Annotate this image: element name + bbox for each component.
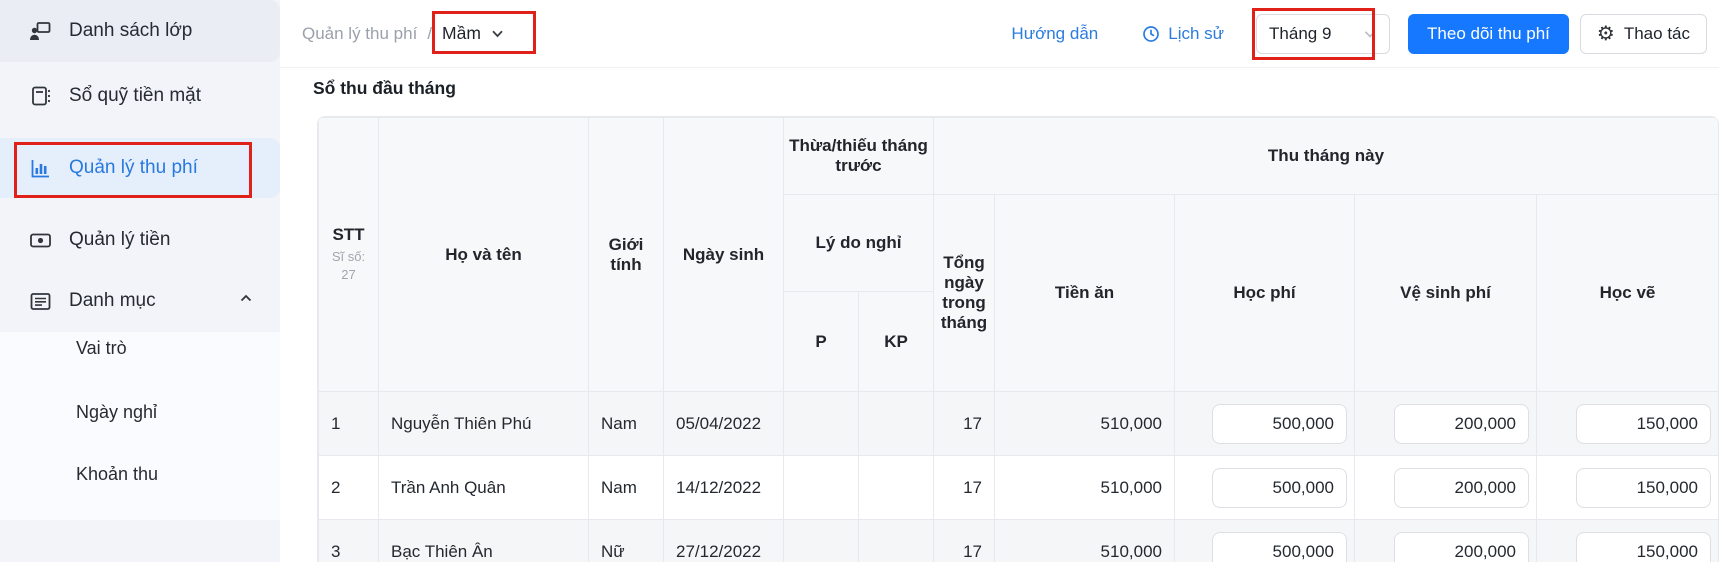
sanitation-fee-input[interactable] xyxy=(1394,468,1529,508)
sidebar-item-cash-book[interactable]: Sổ quỹ tiền mặt xyxy=(0,65,280,127)
follow-fees-button[interactable]: Theo dõi thu phí xyxy=(1408,14,1569,54)
cell-unexcused xyxy=(859,392,934,456)
cell-stt: 3 xyxy=(319,520,379,562)
sidebar-subitem-revenue-items[interactable]: Khoản thu xyxy=(0,452,280,496)
sidebar: Danh sách lớp Sổ quỹ tiền mặt Quản lý th… xyxy=(0,0,280,562)
sanitation-fee-input[interactable] xyxy=(1394,404,1529,444)
col-header-full-name: Họ và tên xyxy=(379,118,589,392)
cell-name: Bạc Thiên Ân xyxy=(379,520,589,562)
col-header-drawing-fee: Học vẽ xyxy=(1537,195,1719,392)
sidebar-item-money-management[interactable]: Quản lý tiền xyxy=(0,209,280,271)
topbar: Quản lý thu phí / Mầm Hướng dẫn Lịch sử … xyxy=(280,0,1719,68)
class-dropdown-value: Mầm xyxy=(442,23,481,44)
cell-name: Nguyễn Thiên Phú xyxy=(379,392,589,456)
cell-total-days: 17 xyxy=(934,520,995,562)
breadcrumb-parent: Quản lý thu phí xyxy=(302,24,417,44)
actions-button[interactable]: ⚙ Thao tác xyxy=(1580,14,1707,54)
cell-stt: 1 xyxy=(319,392,379,456)
col-header-absence-reason: Lý do nghỉ xyxy=(784,195,934,292)
cash-book-icon xyxy=(28,84,52,108)
sidebar-item-fee-management[interactable]: Quản lý thu phí xyxy=(0,138,280,198)
col-header-total-days: Tổng ngày trong tháng xyxy=(934,195,995,392)
cell-name: Trần Anh Quân xyxy=(379,456,589,520)
sidebar-submenu: Vai trò Ngày nghỉ Khoản thu xyxy=(0,332,280,520)
chevron-down-icon xyxy=(1363,27,1377,41)
drawing-fee-input[interactable] xyxy=(1576,468,1711,508)
col-header-this-month-group: Thu tháng này xyxy=(934,118,1719,195)
cell-gender: Nam xyxy=(589,392,664,456)
page-title: Sổ thu đầu tháng xyxy=(313,78,456,99)
cell-dob: 27/12/2022 xyxy=(664,520,784,562)
cell-excused xyxy=(784,392,859,456)
class-dropdown[interactable]: Mầm xyxy=(442,23,505,44)
breadcrumb-separator: / xyxy=(427,24,432,44)
sidebar-subitem-label: Ngày nghỉ xyxy=(76,402,157,423)
tuition-fee-input[interactable] xyxy=(1212,532,1347,562)
sidebar-item-label: Quản lý thu phí xyxy=(69,157,198,179)
cell-dob: 05/04/2022 xyxy=(664,392,784,456)
col-header-prev-month-balance: Thừa/thiếu tháng trước xyxy=(784,118,934,195)
guide-link[interactable]: Hướng dẫn xyxy=(1011,24,1098,44)
tuition-fee-input[interactable] xyxy=(1212,404,1347,444)
sanitation-fee-input[interactable] xyxy=(1394,532,1529,562)
cell-stt: 2 xyxy=(319,456,379,520)
sidebar-item-label: Quản lý tiền xyxy=(69,229,170,251)
app-window: Danh sách lớp Sổ quỹ tiền mặt Quản lý th… xyxy=(0,0,1719,562)
actions-button-label: Thao tác xyxy=(1624,24,1690,44)
chevron-down-icon xyxy=(490,26,505,41)
sidebar-subitem-days-off[interactable]: Ngày nghỉ xyxy=(0,390,280,434)
chevron-up-icon xyxy=(238,290,254,312)
col-header-stt: STT Sĩ số:27 xyxy=(319,118,379,392)
gear-icon: ⚙ xyxy=(1597,24,1615,44)
sidebar-subitem-label: Khoản thu xyxy=(76,464,158,485)
col-header-unexcused: KP xyxy=(859,292,934,392)
cell-unexcused xyxy=(859,456,934,520)
cell-meal-fee: 510,000 xyxy=(995,456,1175,520)
month-select-value: Tháng 9 xyxy=(1269,24,1331,44)
col-header-sanitation-fee: Vệ sinh phí xyxy=(1355,195,1537,392)
money-icon xyxy=(28,228,52,252)
fees-table: STT Sĩ số:27 Họ và tên Giới tính Ngày si… xyxy=(317,116,1719,562)
cell-excused xyxy=(784,520,859,562)
sidebar-item-label: Danh mục xyxy=(69,290,156,312)
sidebar-subitem-label: Vai trò xyxy=(76,338,127,359)
fee-chart-icon xyxy=(28,156,52,180)
history-link-label: Lịch sử xyxy=(1168,24,1224,44)
col-header-dob: Ngày sinh xyxy=(664,118,784,392)
table-row: 2 Trần Anh Quân Nam 14/12/2022 17 510,00… xyxy=(319,456,1719,520)
sidebar-item-label: Danh sách lớp xyxy=(69,20,192,42)
drawing-fee-input[interactable] xyxy=(1576,404,1711,444)
cell-gender: Nam xyxy=(589,456,664,520)
table-row: 1 Nguyễn Thiên Phú Nam 05/04/2022 17 510… xyxy=(319,392,1719,456)
cell-total-days: 17 xyxy=(934,392,995,456)
main-content: Sổ thu đầu tháng STT Sĩ số:27 Họ và tên xyxy=(280,68,1719,562)
history-link[interactable]: Lịch sử xyxy=(1142,24,1224,44)
sidebar-item-categories[interactable]: Danh mục xyxy=(0,270,280,332)
cell-unexcused xyxy=(859,520,934,562)
tuition-fee-input[interactable] xyxy=(1212,468,1347,508)
cell-excused xyxy=(784,456,859,520)
cell-gender: Nữ xyxy=(589,520,664,562)
class-list-icon xyxy=(28,19,52,43)
drawing-fee-input[interactable] xyxy=(1576,532,1711,562)
sidebar-subitem-roles[interactable]: Vai trò xyxy=(0,326,280,370)
col-header-excused: P xyxy=(784,292,859,392)
cell-meal-fee: 510,000 xyxy=(995,392,1175,456)
col-header-tuition-fee: Học phí xyxy=(1175,195,1355,392)
cell-dob: 14/12/2022 xyxy=(664,456,784,520)
cell-total-days: 17 xyxy=(934,456,995,520)
category-list-icon xyxy=(28,289,52,313)
guide-link-label: Hướng dẫn xyxy=(1011,24,1098,44)
month-select[interactable]: Tháng 9 xyxy=(1256,14,1390,54)
col-header-meal-fee: Tiền ăn xyxy=(995,195,1175,392)
cell-meal-fee: 510,000 xyxy=(995,520,1175,562)
table-row: 3 Bạc Thiên Ân Nữ 27/12/2022 17 510,000 xyxy=(319,520,1719,562)
clock-history-icon xyxy=(1142,25,1160,43)
sidebar-item-class-list[interactable]: Danh sách lớp xyxy=(0,0,280,62)
sidebar-item-label: Sổ quỹ tiền mặt xyxy=(69,85,201,107)
col-header-gender: Giới tính xyxy=(589,118,664,392)
